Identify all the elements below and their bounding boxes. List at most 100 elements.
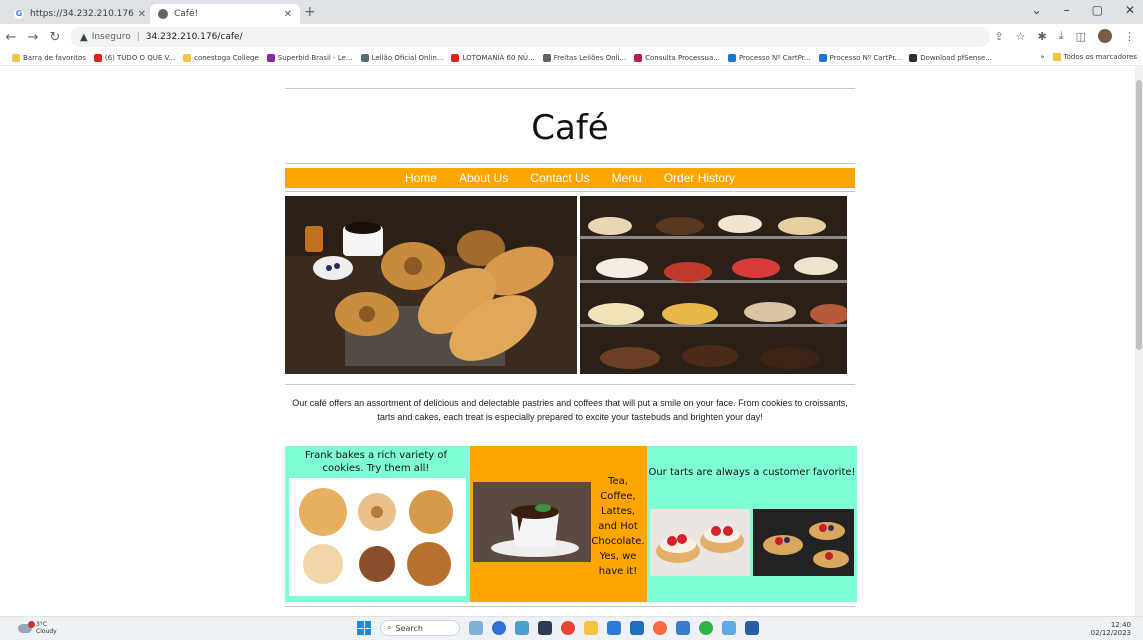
cookies-caption: Frank bakes a rich variety of cookies. T… <box>305 450 447 474</box>
separator: | <box>136 32 140 42</box>
bookmark-label: Freitas Leilões Onli... <box>553 53 627 62</box>
reload-button[interactable]: ↻ <box>44 30 66 45</box>
chat-icon[interactable] <box>515 621 529 635</box>
divider <box>285 191 855 192</box>
store-icon[interactable] <box>607 621 621 635</box>
system-clock[interactable]: 12:40 02/12/2023 <box>1091 621 1131 637</box>
clock-time: 12:40 <box>1110 621 1131 629</box>
close-tab-icon[interactable]: ✕ <box>138 9 146 20</box>
close-tab-icon[interactable]: ✕ <box>284 9 292 20</box>
close-window-button[interactable]: ✕ <box>1125 3 1135 17</box>
bookmark-icon <box>12 53 20 62</box>
tab-cafe-admin[interactable]: G https://34.232.210.176/cafe - Pe ✕ <box>6 4 154 24</box>
pastries-photo <box>285 196 577 374</box>
nav-contact-us[interactable]: Contact Us <box>530 171 589 185</box>
bookmark-item[interactable]: conestoga College <box>183 53 259 62</box>
menu-icon[interactable]: ⋮ <box>1124 30 1135 43</box>
bookmark-label: conestoga College <box>194 53 259 62</box>
drinks-card: Tea, Coffee, Lattes, and Hot Chocolate. … <box>470 446 647 602</box>
bookmark-item[interactable]: Leilão Oficial Onlin... <box>360 53 443 62</box>
search-placeholder: Search <box>395 623 423 633</box>
all-bookmarks-label: Todos os marcadores <box>1063 53 1138 61</box>
hero-images <box>285 196 855 374</box>
avatar[interactable] <box>1098 29 1112 43</box>
notepad-icon[interactable] <box>676 621 690 635</box>
bookmark-label: (6) TUDO O QUE V... <box>104 53 176 62</box>
page-title: Café <box>531 108 609 148</box>
bookmark-icon <box>266 53 275 62</box>
bookmarks-bar: Barra de favoritos (6) TUDO O QUE V... con… <box>0 50 1143 66</box>
cafe-site: Café Home About Us Contact Us Menu Order… <box>285 88 857 607</box>
bookmark-item[interactable]: Superbid Brasil - Le... <box>266 53 353 62</box>
back-button[interactable]: ← <box>0 30 22 45</box>
warning-icon[interactable]: ▲ <box>80 32 88 43</box>
bookmark-icon <box>727 53 736 62</box>
restore-button[interactable]: ▢ <box>1092 3 1103 17</box>
berry-tarts-photo <box>753 509 854 576</box>
terminal-icon[interactable] <box>745 621 759 635</box>
outlook-icon[interactable] <box>630 621 644 635</box>
google-icon: G <box>14 9 24 19</box>
bookmark-item[interactable]: Download pfSense... <box>909 53 992 62</box>
taskbar-search[interactable]: ⌕ Search <box>380 620 460 636</box>
nav-menu[interactable]: Menu <box>612 171 642 185</box>
bookmark-icon <box>93 53 102 62</box>
window-controls: ⌄ – ▢ ✕ <box>1032 3 1135 17</box>
bookmark-label: Download pfSense... <box>920 53 992 62</box>
forward-button[interactable]: → <box>22 30 44 45</box>
cookies-card: Frank bakes a rich variety of cookies. T… <box>285 446 470 602</box>
notification-badge <box>28 620 35 628</box>
bookmark-label: LOTOMANIA 60 NÚ... <box>462 53 535 62</box>
weather-widget[interactable]: 3°C Cloudy <box>18 620 57 635</box>
star-icon[interactable]: ☆ <box>1016 30 1026 43</box>
bookmark-item[interactable]: (6) TUDO O QUE V... <box>93 53 176 62</box>
nav-about-us[interactable]: About Us <box>459 171 508 185</box>
bookmark-item[interactable]: Processo Nº CartPr... <box>727 53 811 62</box>
taskbar-apps: ⌕ Search <box>357 620 759 636</box>
share-icon[interactable]: ⇪ <box>994 30 1003 43</box>
cakes-display-photo <box>580 196 847 374</box>
firefox-icon[interactable] <box>653 621 667 635</box>
windows-taskbar: 3°C Cloudy ⌕ Search 12:40 02/12/2023 <box>0 616 1143 640</box>
feature-cards: Frank bakes a rich variety of cookies. T… <box>285 446 857 602</box>
hot-chocolate-photo <box>473 482 591 562</box>
weather-temp: 3°C <box>36 621 48 628</box>
bookmark-item[interactable]: Processo Nº CartPr... <box>818 53 902 62</box>
nav-order-history[interactable]: Order History <box>664 171 735 185</box>
download-icon[interactable]: ⤓ <box>1059 29 1064 43</box>
search-icon: ⌕ <box>387 623 392 632</box>
bookmark-icon <box>634 53 643 62</box>
all-bookmarks[interactable]: » Todos os marcadores <box>1034 53 1137 61</box>
bookmark-item[interactable]: Barra de favoritos <box>12 53 86 62</box>
bookmark-item[interactable]: LOTOMANIA 60 NÚ... <box>451 53 535 62</box>
globe-icon <box>158 9 168 19</box>
windows-start-icon[interactable] <box>357 621 371 635</box>
tab-search-icon[interactable]: ⌄ <box>1032 3 1042 17</box>
new-tab-button[interactable]: + <box>304 4 316 20</box>
tarts-caption: Our tarts are always a customer favorite… <box>648 467 856 478</box>
tab-cafe[interactable]: Café! ✕ <box>150 4 300 24</box>
extensions-icon[interactable]: ✱ <box>1038 30 1047 43</box>
file-explorer-icon[interactable] <box>584 621 598 635</box>
widgets-icon[interactable] <box>469 621 483 635</box>
bookmark-item[interactable]: Freitas Leilões Onli... <box>542 53 627 62</box>
sidepanel-icon[interactable]: ◫ <box>1076 30 1086 43</box>
scrollbar-thumb[interactable] <box>1136 80 1142 350</box>
cloud-icon <box>18 620 35 633</box>
more-bookmarks-icon[interactable]: » <box>1040 53 1044 61</box>
copilot-icon[interactable] <box>492 621 506 635</box>
bookmark-label: Consulta Processua... <box>645 53 720 62</box>
address-input[interactable]: ▲ Inseguro | 34.232.210.176/cafe/ <box>70 27 990 47</box>
whatsapp-icon[interactable] <box>699 621 713 635</box>
minimize-button[interactable]: – <box>1064 3 1070 17</box>
chrome-icon[interactable] <box>561 621 575 635</box>
bookmark-icon <box>818 53 827 62</box>
divider <box>285 606 855 607</box>
file-manager-icon[interactable] <box>538 621 552 635</box>
nav-home[interactable]: Home <box>405 171 437 185</box>
bookmark-item[interactable]: Consulta Processua... <box>634 53 720 62</box>
paint-icon[interactable] <box>722 621 736 635</box>
tarts-card: Our tarts are always a customer favorite… <box>647 446 857 602</box>
cookies-photo <box>289 478 466 596</box>
bookmark-label: Processo Nº CartPr... <box>829 53 902 62</box>
